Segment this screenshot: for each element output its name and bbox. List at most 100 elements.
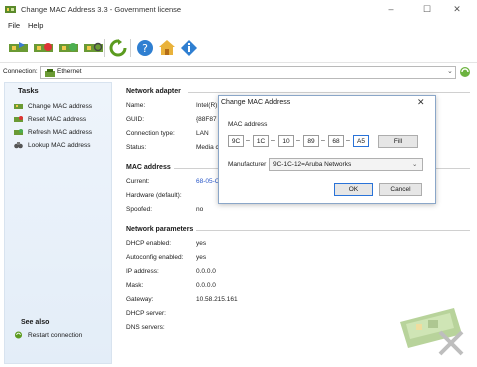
spoofed-value: no bbox=[196, 206, 204, 213]
network-adapter-heading: Network adapter bbox=[126, 88, 181, 95]
restart-arrow-icon bbox=[14, 331, 23, 339]
maximize-button[interactable]: ☐ bbox=[412, 2, 442, 17]
menu-help[interactable]: Help bbox=[28, 21, 43, 30]
menu-bar: File Help bbox=[0, 19, 477, 32]
task-label: Refresh MAC address bbox=[28, 128, 92, 136]
help-tool-button[interactable]: ? bbox=[134, 38, 156, 58]
adapter-status-value: Media c bbox=[196, 144, 219, 151]
help-icon: ? bbox=[137, 40, 153, 56]
connection-value: Ethernet bbox=[57, 68, 82, 75]
dhcp-enabled-label: DHCP enabled: bbox=[126, 240, 172, 247]
hardware-mac-label: Hardware (default): bbox=[126, 192, 182, 199]
task-lookup-mac[interactable]: Lookup MAC address bbox=[14, 139, 91, 151]
task-refresh-mac[interactable]: Refresh MAC address bbox=[14, 126, 92, 138]
section-divider bbox=[196, 230, 470, 231]
section-divider bbox=[188, 92, 470, 93]
connection-select[interactable] bbox=[40, 66, 456, 79]
connection-label: Connection: bbox=[3, 68, 38, 75]
home-icon bbox=[159, 40, 175, 55]
dhcp-server-label: DHCP server: bbox=[126, 310, 166, 317]
network-card-refresh-icon bbox=[14, 129, 23, 135]
lookup-mac-tool-button[interactable] bbox=[82, 38, 104, 58]
task-change-mac[interactable]: Change MAC address bbox=[14, 100, 92, 112]
restart-arrow-icon bbox=[109, 39, 127, 57]
network-card-icon bbox=[8, 42, 28, 52]
octet-separator: – bbox=[296, 137, 300, 144]
autoconfig-enabled-value: yes bbox=[196, 254, 207, 261]
change-mac-tool-button[interactable] bbox=[7, 38, 29, 58]
dns-servers-label: DNS servers: bbox=[126, 324, 165, 331]
octet-separator: – bbox=[246, 137, 250, 144]
task-label: Change MAC address bbox=[28, 102, 92, 110]
ip-address-value: 0.0.0.0 bbox=[196, 268, 216, 275]
ok-button[interactable]: OK bbox=[334, 183, 373, 196]
dialog-title: Change MAC Address bbox=[221, 99, 291, 106]
see-also-title: See also bbox=[21, 319, 50, 326]
task-label: Restart connection bbox=[28, 331, 83, 339]
octet-separator: – bbox=[271, 137, 275, 144]
network-card-reset-icon bbox=[33, 43, 53, 52]
adapter-guid-label: GUID: bbox=[126, 116, 145, 123]
home-tool-button[interactable] bbox=[156, 38, 178, 58]
connection-row: Connection: Ethernet ⌄ bbox=[0, 64, 477, 80]
mac-address-heading: MAC address bbox=[126, 164, 171, 171]
octet-separator: – bbox=[321, 137, 325, 144]
cancel-button[interactable]: Cancel bbox=[379, 183, 422, 196]
current-mac-label: Current: bbox=[126, 178, 150, 185]
mac-octet-1-input[interactable]: 9C bbox=[228, 135, 244, 147]
dialog-close-button[interactable]: ✕ bbox=[417, 97, 425, 108]
restart-tool-button[interactable] bbox=[107, 38, 129, 58]
network-card-reset-icon bbox=[14, 116, 23, 122]
task-label: Reset MAC address bbox=[28, 115, 87, 123]
dhcp-enabled-value: yes bbox=[196, 240, 207, 247]
network-parameters-heading: Network parameters bbox=[126, 226, 194, 233]
task-label: Lookup MAC address bbox=[28, 141, 91, 149]
adapter-status-label: Status: bbox=[126, 144, 147, 151]
mac-octet-3-input[interactable]: 10 bbox=[278, 135, 294, 147]
task-restart-connection[interactable]: Restart connection bbox=[14, 329, 82, 341]
minimize-button[interactable]: – bbox=[376, 2, 406, 17]
task-reset-mac[interactable]: Reset MAC address bbox=[14, 113, 86, 125]
ip-address-label: IP address: bbox=[126, 268, 159, 275]
network-card-icon bbox=[14, 104, 23, 109]
spoofed-label: Spoofed: bbox=[126, 206, 153, 213]
gateway-label: Gateway: bbox=[126, 296, 154, 303]
title-bar: Change MAC Address 3.3 - Government lice… bbox=[0, 0, 477, 19]
ethernet-icon bbox=[45, 69, 55, 77]
manufacturer-label: Manufacturer bbox=[228, 161, 267, 168]
refresh-connections-icon[interactable] bbox=[459, 66, 471, 78]
reset-mac-tool-button[interactable] bbox=[32, 38, 54, 58]
chevron-down-icon[interactable]: ⌄ bbox=[447, 67, 453, 75]
menu-file[interactable]: File bbox=[8, 21, 20, 30]
mac-octet-5-input[interactable]: 68 bbox=[328, 135, 344, 147]
refresh-mac-tool-button[interactable] bbox=[57, 38, 79, 58]
gateway-value: 10.58.215.161 bbox=[196, 296, 238, 303]
mac-address-group-label: MAC address bbox=[228, 121, 268, 128]
binoculars-icon bbox=[14, 142, 23, 149]
tasks-title: Tasks bbox=[18, 86, 39, 95]
mac-octet-4-input[interactable]: 89 bbox=[303, 135, 319, 147]
app-icon bbox=[5, 6, 16, 13]
toolbar: ? bbox=[0, 33, 477, 63]
manufacturer-value: 9C-1C-12=Aruba Networks bbox=[273, 161, 352, 168]
network-card-lookup-icon bbox=[83, 42, 103, 52]
network-card-logo-icon bbox=[400, 308, 464, 356]
adapter-guid-value: {88F87 bbox=[196, 116, 217, 123]
mac-octet-2-input[interactable]: 1C bbox=[253, 135, 269, 147]
mask-value: 0.0.0.0 bbox=[196, 282, 216, 289]
adapter-name-label: Name: bbox=[126, 102, 146, 109]
toolbar-separator bbox=[130, 39, 131, 57]
adapter-name-value: Intel(R) bbox=[196, 102, 218, 109]
mac-octet-6-input[interactable]: A5 bbox=[353, 135, 369, 147]
about-tool-button[interactable] bbox=[178, 38, 200, 58]
octet-separator: – bbox=[346, 137, 350, 144]
autoconfig-enabled-label: Autoconfig enabled: bbox=[126, 254, 184, 261]
network-card-refresh-icon bbox=[58, 43, 78, 52]
current-mac-value[interactable]: 68-05-C bbox=[196, 178, 219, 185]
chevron-down-icon[interactable]: ⌄ bbox=[412, 160, 417, 168]
connection-type-value: LAN bbox=[196, 130, 209, 137]
fill-button[interactable]: Fill bbox=[378, 135, 418, 148]
window-title: Change MAC Address 3.3 - Government lice… bbox=[21, 5, 182, 14]
toolbar-separator bbox=[104, 39, 105, 57]
close-window-button[interactable]: ✕ bbox=[442, 2, 472, 17]
